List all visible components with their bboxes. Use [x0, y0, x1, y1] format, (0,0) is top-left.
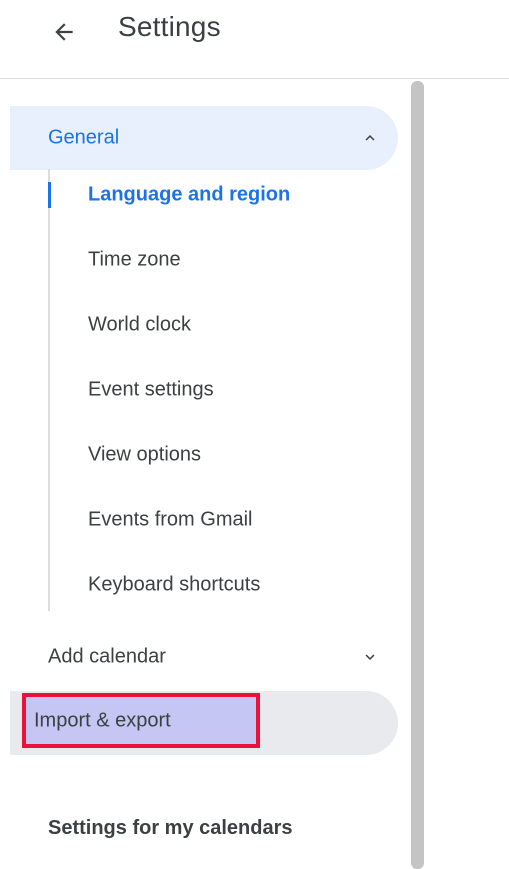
back-button[interactable]: [44, 12, 84, 52]
sidebar-item-label: World clock: [88, 313, 191, 336]
import-export-highlight[interactable]: Import & export: [22, 693, 260, 748]
sidebar-item-label: Keyboard shortcuts: [88, 573, 261, 596]
sidebar-item-label: Events from Gmail: [88, 508, 253, 531]
sidebar-item-language-and-region[interactable]: Language and region: [48, 169, 380, 221]
sidebar-item-world-clock[interactable]: World clock: [50, 299, 380, 351]
sidebar-item-add-calendar[interactable]: Add calendar: [10, 625, 398, 689]
sidebar-item-label: Import & export: [34, 709, 171, 731]
sidebar-item-label: General: [48, 126, 120, 149]
sidebar-item-view-options[interactable]: View options: [50, 429, 380, 481]
settings-sidebar: General Language and region Time zone Wo…: [0, 79, 400, 869]
sidebar-item-label: Language and region: [88, 183, 291, 206]
sidebar-item-time-zone[interactable]: Time zone: [50, 234, 380, 286]
settings-page: Settings General Language and region Tim…: [0, 0, 509, 869]
sidebar-scrollbar[interactable]: [411, 81, 424, 869]
page-title: Settings: [118, 11, 221, 42]
sidebar-item-label: View options: [88, 443, 202, 466]
settings-header: Settings: [0, 0, 509, 79]
chevron-up-icon[interactable]: [358, 126, 382, 150]
sidebar-item-event-settings[interactable]: Event settings: [50, 364, 380, 416]
sidebar-item-label: Add calendar: [48, 645, 166, 668]
general-submenu: Language and region Time zone World cloc…: [48, 169, 380, 611]
sidebar-item-label: Time zone: [88, 248, 181, 271]
sidebar-item-label: Event settings: [88, 378, 214, 401]
active-indicator: [48, 182, 51, 208]
chevron-down-icon[interactable]: [358, 645, 382, 669]
section-heading-my-calendars: Settings for my calendars: [48, 817, 293, 839]
sidebar-item-keyboard-shortcuts[interactable]: Keyboard shortcuts: [50, 559, 380, 611]
sidebar-item-events-from-gmail[interactable]: Events from Gmail: [50, 494, 380, 546]
arrow-left-icon: [55, 23, 73, 41]
sidebar-item-general[interactable]: General: [10, 106, 398, 170]
